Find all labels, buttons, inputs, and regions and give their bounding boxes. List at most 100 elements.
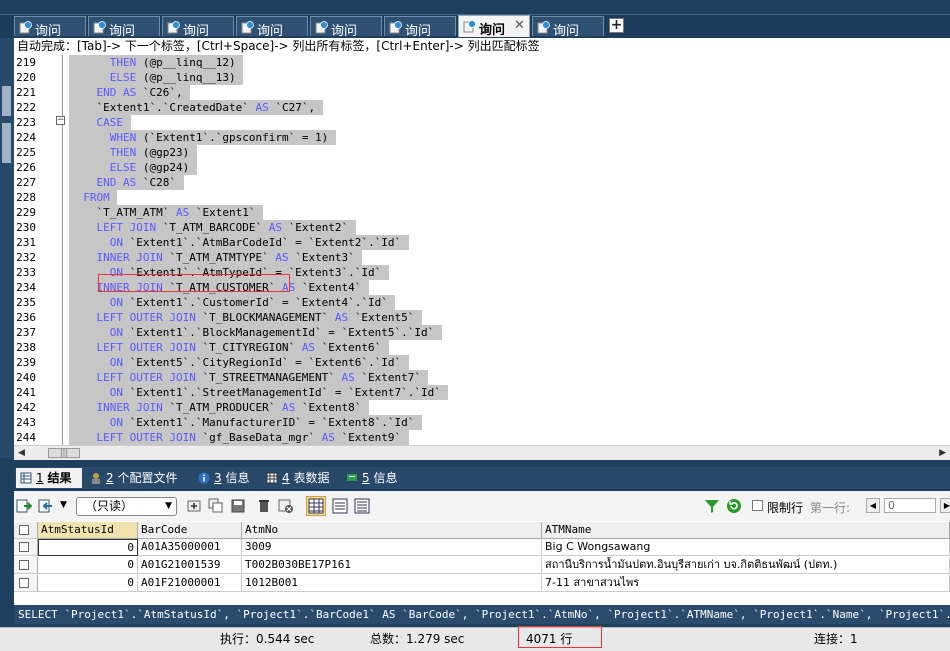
row-checkbox[interactable] [19,542,29,552]
table-cell[interactable]: A01G21001539 [138,557,242,574]
result-tab-2[interactable]: 2 个配置文件 [86,468,186,488]
code-text: LEFT OUTER JOIN `T_CITYREGION` AS `Exten… [70,340,382,355]
code-line[interactable]: 239 ON `Extent5`.`CityRegionId` = `Exten… [14,355,950,370]
code-line[interactable]: 244 LEFT OUTER JOIN `gf_BaseData_mgr` AS… [14,430,950,445]
select-all-checkbox[interactable] [19,525,29,535]
code-line[interactable]: 240 LEFT OUTER JOIN `T_STREETMANAGEMENT`… [14,370,950,385]
import-icon[interactable] [38,498,54,514]
select-all-cell[interactable] [14,522,38,539]
duplicate-row-icon[interactable] [208,498,224,514]
code-line[interactable]: 223 CASE [14,115,950,130]
code-line[interactable]: 220 ELSE (@p__linq__13) [14,70,950,85]
row-selector[interactable] [14,539,38,556]
tab-query-2[interactable]: 询问 [88,16,160,39]
code-line[interactable]: 228 FROM [14,190,950,205]
first-row-input[interactable]: 0 [884,498,936,513]
prev-page-icon[interactable]: ◀ [866,498,880,513]
code-line[interactable]: 237 ON `Extent1`.`BlockManagementId` = `… [14,325,950,340]
line-number: 226 [16,161,36,174]
tab-query-7[interactable]: 询问 ✕ [458,15,530,38]
table-cell[interactable]: Big C Wongsawang [542,539,950,556]
table-cell[interactable]: 1012B001 [242,575,542,592]
query-icon [315,21,328,34]
code-line[interactable]: 235 ON `Extent1`.`CustomerId` = `Extent4… [14,295,950,310]
mode-select[interactable]: （只读） ▼ [76,497,177,516]
scroll-left-icon[interactable]: ◀ [18,448,25,458]
table-cell[interactable]: 0 [38,557,138,574]
filter-icon[interactable] [704,498,720,514]
code-line[interactable]: 241 ON `Extent1`.`StreetManagementId` = … [14,385,950,400]
code-line[interactable]: 221 END AS `C26`, [14,85,950,100]
code-line[interactable]: 243 ON `Extent1`.`ManufacturerID` = `Ext… [14,415,950,430]
code-line[interactable]: 222 `Extent1`.`CreatedDate` AS `C27`, [14,100,950,115]
tab-query-1[interactable]: 询问 [14,16,86,39]
add-row-icon[interactable] [186,498,202,514]
sql-keyword: END [96,176,117,189]
code-line[interactable]: 238 LEFT OUTER JOIN `T_CITYREGION` AS `E… [14,340,950,355]
sql-text: `T_STREETMANAGEMENT` [195,371,342,384]
table-cell[interactable]: T002B030BE17P161 [242,557,542,574]
column-header[interactable]: AtmStatusId [38,522,138,539]
tab-query-5[interactable]: 询问 [310,16,382,39]
sql-keyword: LEFT OUTER JOIN [96,431,196,444]
code-line[interactable]: 224 WHEN (`Extent1`.`gpsconfirm` = 1) [14,130,950,145]
sql-text: `Extent5` [348,311,415,324]
sql-text: `Extent1`.`StreetManagementId` = `Extent… [123,386,441,399]
table-cell[interactable]: 0 [38,575,138,592]
result-tab-3[interactable]: 3 信息 [194,468,254,488]
tab-query-6[interactable]: 询问 [384,16,456,39]
result-tab-4[interactable]: 4 表数据 [262,468,334,488]
code-line[interactable]: 236 LEFT OUTER JOIN `T_BLOCKMANAGEMENT` … [14,310,950,325]
code-line[interactable]: 232 INNER JOIN `T_ATM_ATMTYPE` AS `Exten… [14,250,950,265]
code-line[interactable]: 227 END AS `C28` [14,175,950,190]
table-cell[interactable]: 0 [38,539,138,556]
row-checkbox[interactable] [19,560,29,570]
code-line[interactable]: 229 `T_ATM_ATM` AS `Extent1` [14,205,950,220]
scroll-right-icon[interactable]: ▶ [939,448,946,458]
delete-icon[interactable] [256,498,272,514]
next-page-icon[interactable]: ▶ [940,498,950,513]
limit-rows-checkbox[interactable] [752,500,763,511]
code-text: ON `Extent1`.`BlockManagementId` = `Exte… [70,325,435,340]
text-view-icon[interactable] [354,498,370,514]
export-icon[interactable] [16,498,32,514]
code-line[interactable]: 230 LEFT JOIN `T_ATM_BARCODE` AS `Extent… [14,220,950,235]
tab-query-8[interactable]: 询问 [532,16,604,39]
code-line[interactable]: 225 THEN (@gp23) [14,145,950,160]
save-icon[interactable] [230,498,246,514]
code-line[interactable]: 231 ON `Extent1`.`AtmBarCodeId` = `Exten… [14,235,950,250]
sql-keyword: ELSE [109,161,137,174]
table-cell[interactable]: 7-11 สาขาสวนไพร [542,575,950,592]
table-cell[interactable]: 3009 [242,539,542,556]
column-header[interactable]: ATMName [542,522,950,539]
row-selector[interactable] [14,575,38,592]
table-cell[interactable]: สถานีบริการน้ำมันปตท.อินบุรีสายเก่า บจ.ก… [542,557,950,574]
result-grid[interactable]: AtmStatusId BarCode AtmNo ATMName 0 A01A35000… [14,521,950,605]
new-tab-button[interactable]: + [609,18,624,33]
result-tab-5[interactable]: 5 信息 [342,468,406,488]
tab-query-4[interactable]: 询问 [236,16,308,39]
refresh-icon[interactable] [726,498,742,514]
row-checkbox[interactable] [19,578,29,588]
result-tab-1[interactable]: 1 结果 [16,468,82,488]
chevron-down-icon[interactable]: ▼ [60,500,67,510]
code-line[interactable]: 219 THEN (@p__linq__12) [14,55,950,70]
row-selector[interactable] [14,557,38,574]
table-cell[interactable]: A01A35000001 [138,539,242,556]
sql-editor[interactable]: − 219 THEN (@p__linq__12) 220 ELSE (@p__l… [14,55,950,445]
form-view-icon[interactable] [332,498,348,514]
editor-horizontal-scrollbar[interactable]: ◀ ||| ▶ [14,445,950,460]
cancel-changes-icon[interactable] [278,498,294,514]
line-number: 224 [16,131,36,144]
table-cell[interactable]: A01F21000001 [138,575,242,592]
code-line[interactable]: 242 INNER JOIN `T_ATM_PRODUCER` AS `Exte… [14,400,950,415]
scroll-thumb[interactable]: ||| [48,448,80,458]
code-line[interactable]: 226 ELSE (@gp24) [14,160,950,175]
tab-query-3[interactable]: 询问 [162,16,234,39]
close-tab-icon[interactable]: ✕ [514,18,525,33]
column-header[interactable]: AtmNo [242,522,542,539]
column-header[interactable]: BarCode [138,522,242,539]
